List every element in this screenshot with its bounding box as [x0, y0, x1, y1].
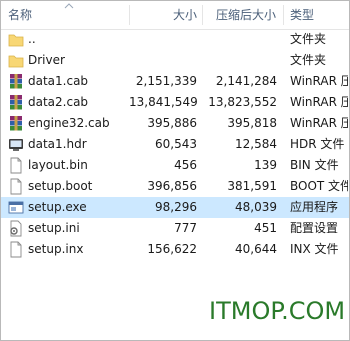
file-list: .. 文件夹 Driver 文件夹 data1.cab 2,151,339 2,…	[1, 29, 349, 260]
file-name: data1.cab	[28, 74, 89, 88]
hdr-file-icon	[9, 139, 23, 151]
list-item-file[interactable]: data1.hdr 60,543 12,584 HDR 文件	[1, 134, 349, 155]
list-item-file[interactable]: data2.cab 13,841,549 13,823,552 WinRAR 压	[1, 92, 349, 113]
file-packed-size: 40,644	[235, 242, 277, 256]
file-type: 文件夹	[290, 53, 327, 67]
file-size: 13,841,549	[129, 95, 198, 109]
file-type: BIN 文件	[290, 158, 339, 172]
file-size: 60,543	[155, 137, 197, 151]
file-icon	[10, 178, 22, 195]
file-name: Driver	[28, 53, 65, 67]
list-item-file[interactable]: setup.ini 777 451 配置设置	[1, 218, 349, 239]
file-name: setup.boot	[28, 179, 93, 193]
file-type: WinRAR 压	[290, 95, 348, 109]
file-type: WinRAR 压	[290, 116, 348, 130]
file-packed-size: 395,818	[227, 116, 277, 130]
file-name: engine32.cab	[28, 116, 110, 130]
file-packed-size: 13,823,552	[208, 95, 277, 109]
exe-icon	[8, 201, 24, 214]
file-name: setup.exe	[28, 200, 87, 214]
column-divider[interactable]	[283, 5, 284, 25]
ini-file-icon	[10, 220, 22, 237]
column-divider[interactable]	[202, 5, 203, 25]
file-packed-size: 139	[254, 158, 277, 172]
file-type: WinRAR 压	[290, 74, 348, 88]
column-header-name[interactable]: 名称	[8, 1, 32, 29]
file-type: 文件夹	[290, 32, 327, 46]
file-name: setup.inx	[28, 242, 84, 256]
file-type: HDR 文件	[290, 137, 345, 151]
list-item-file[interactable]: engine32.cab 395,886 395,818 WinRAR 压	[1, 113, 349, 134]
list-item-file[interactable]: setup.boot 396,856 381,591 BOOT 文件	[1, 176, 349, 197]
file-name: ..	[28, 32, 36, 46]
list-item-parent-folder[interactable]: .. 文件夹	[1, 29, 349, 50]
file-size: 777	[174, 221, 197, 235]
sort-ascending-icon	[64, 3, 74, 9]
file-name: setup.ini	[28, 221, 80, 235]
list-item-file[interactable]: layout.bin 456 139 BIN 文件	[1, 155, 349, 176]
file-packed-size: 48,039	[235, 200, 277, 214]
winrar-archive-icon	[10, 95, 22, 110]
file-type: INX 文件	[290, 242, 339, 256]
column-header-type[interactable]: 类型	[290, 1, 314, 29]
file-packed-size: 12,584	[235, 137, 277, 151]
column-header-packed-size[interactable]: 压缩后大小	[216, 1, 276, 29]
file-packed-size: 381,591	[227, 179, 277, 193]
winrar-archive-icon	[10, 116, 22, 131]
file-type: 应用程序	[290, 200, 339, 214]
file-name: data2.cab	[28, 95, 89, 109]
list-item-folder[interactable]: Driver 文件夹	[1, 50, 349, 71]
winrar-archive-icon	[10, 74, 22, 89]
list-item-file-selected[interactable]: setup.exe 98,296 48,039 应用程序	[1, 197, 349, 218]
file-size: 2,151,339	[135, 74, 197, 88]
list-item-file[interactable]: setup.inx 156,622 40,644 INX 文件	[1, 239, 349, 260]
file-type: 配置设置	[290, 221, 339, 235]
file-size: 456	[174, 158, 197, 172]
list-item-file[interactable]: data1.cab 2,151,339 2,141,284 WinRAR 压	[1, 71, 349, 92]
file-list-window: 名称 大小 压缩后大小 类型 .. 文件夹 Driver 文件夹 data1.c…	[0, 0, 350, 341]
file-icon	[10, 157, 22, 174]
file-size: 98,296	[155, 200, 197, 214]
folder-icon	[8, 55, 24, 68]
watermark-logo: ITMOP.COM	[209, 297, 346, 325]
file-packed-size: 2,141,284	[215, 74, 277, 88]
column-header: 名称 大小 压缩后大小 类型	[1, 1, 349, 30]
file-size: 395,886	[147, 116, 197, 130]
file-type: BOOT 文件	[290, 179, 348, 193]
file-name: layout.bin	[28, 158, 88, 172]
file-icon	[10, 241, 22, 258]
file-packed-size: 451	[254, 221, 277, 235]
file-size: 156,622	[147, 242, 197, 256]
folder-icon	[8, 34, 24, 47]
column-header-size[interactable]: 大小	[173, 1, 197, 29]
column-divider[interactable]	[129, 5, 130, 25]
file-size: 396,856	[147, 179, 197, 193]
file-name: data1.hdr	[28, 137, 87, 151]
